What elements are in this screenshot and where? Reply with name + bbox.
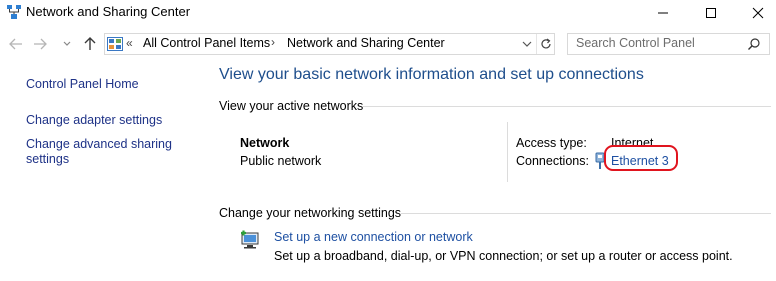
- chevron-down-icon: [63, 41, 71, 46]
- breadcrumb-network-and-sharing-center[interactable]: Network and Sharing Center: [287, 36, 445, 50]
- forward-arrow-icon: [34, 38, 47, 50]
- recent-locations-button[interactable]: [60, 33, 74, 55]
- breadcrumb-separator[interactable]: ›: [271, 35, 275, 49]
- window-title: Network and Sharing Center: [26, 4, 191, 19]
- search-icon[interactable]: [747, 37, 761, 51]
- control-panel-icon: [107, 37, 123, 51]
- address-overflow-chevron[interactable]: «: [126, 36, 133, 50]
- page-title: View your basic network information and …: [219, 66, 644, 83]
- address-dropdown-button[interactable]: [519, 34, 535, 54]
- up-arrow-icon: [84, 37, 96, 50]
- breadcrumb-all-control-panel-items[interactable]: All Control Panel Items: [143, 36, 270, 50]
- maximize-icon: [706, 8, 716, 18]
- section-divider: [401, 213, 771, 214]
- chevron-down-icon: [522, 41, 532, 47]
- sidebar-item-control-panel-home[interactable]: Control Panel Home: [26, 77, 139, 92]
- close-icon: [752, 7, 764, 19]
- vertical-divider: [507, 122, 508, 182]
- section-divider: [363, 106, 771, 107]
- sidebar-item-change-adapter-settings[interactable]: Change adapter settings: [26, 113, 162, 128]
- minimize-button[interactable]: [640, 0, 686, 26]
- sidebar-item-change-advanced-sharing[interactable]: Change advanced sharing settings: [26, 137, 196, 167]
- highlight-annotation: [604, 145, 678, 171]
- minimize-icon: [658, 12, 668, 14]
- change-settings-section-title: Change your networking settings: [219, 206, 402, 220]
- forward-button[interactable]: [30, 33, 50, 55]
- new-connection-icon: [239, 228, 263, 250]
- refresh-icon: [541, 38, 551, 49]
- setup-new-connection-link[interactable]: Set up a new connection or network: [274, 230, 473, 244]
- network-category: Public network: [240, 154, 322, 168]
- refresh-button[interactable]: [536, 34, 555, 54]
- close-button[interactable]: [735, 0, 776, 26]
- connections-label: Connections:: [516, 154, 589, 168]
- network-name: Network: [240, 136, 290, 150]
- network-center-icon: [6, 4, 22, 20]
- active-networks-section-title: View your active networks: [219, 99, 364, 113]
- up-button[interactable]: [80, 33, 100, 55]
- back-button[interactable]: [6, 33, 26, 55]
- maximize-button[interactable]: [688, 0, 734, 26]
- setup-new-connection-description: Set up a broadband, dial-up, or VPN conn…: [274, 249, 733, 263]
- back-arrow-icon: [9, 38, 22, 50]
- access-type-label: Access type:: [516, 136, 587, 150]
- search-input-placeholder[interactable]: Search Control Panel: [576, 36, 695, 50]
